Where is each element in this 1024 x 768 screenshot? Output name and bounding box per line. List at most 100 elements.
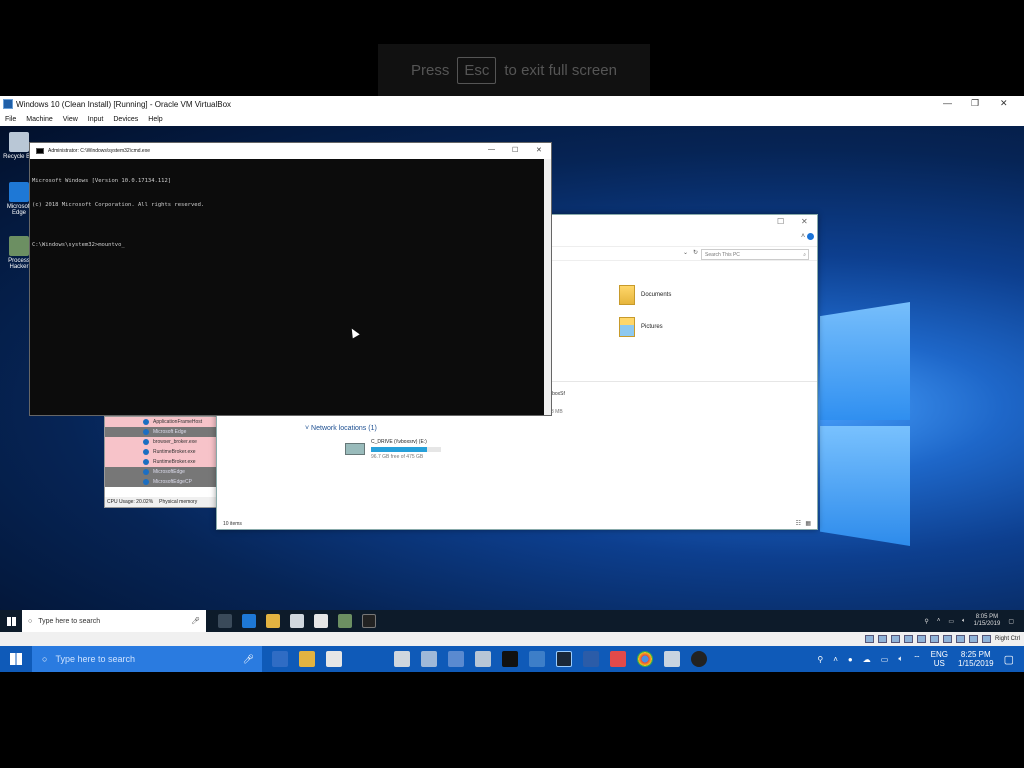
host-clock[interactable]: 8:25 PM 1/15/2019: [958, 650, 994, 668]
cmd-taskbar-icon[interactable]: [362, 614, 376, 628]
menu-view[interactable]: View: [63, 116, 78, 123]
app-icon[interactable]: [610, 651, 626, 667]
process-icon: [143, 459, 149, 465]
folder-documents[interactable]: Documents: [619, 285, 671, 305]
details-view-icon[interactable]: ☷: [796, 520, 801, 527]
close-icon[interactable]: ✕: [1000, 98, 1008, 109]
video-capture-status-icon[interactable]: [955, 635, 965, 643]
host-taskbar: ○ Type here to search 🎤︎ ⚲ ˄ ● ☁ ▭ 🔈︎ ⌔ …: [0, 646, 1024, 672]
restore-icon[interactable]: ☐: [777, 217, 784, 226]
notifications-icon[interactable]: ▢: [1004, 653, 1014, 666]
mail-icon[interactable]: [314, 614, 328, 628]
chevron-up-icon[interactable]: ˄: [801, 233, 805, 240]
chrome-icon[interactable]: [637, 651, 653, 667]
guest-clock[interactable]: 8:05 PM 1/15/2019: [974, 614, 1001, 628]
restore-icon[interactable]: ❐: [971, 98, 979, 109]
close-icon[interactable]: ✕: [536, 146, 542, 154]
process-icon: [143, 429, 149, 435]
onedrive-icon[interactable]: ☁: [863, 655, 871, 664]
process-row[interactable]: browser_broker.exe: [105, 437, 219, 447]
cmd-window[interactable]: Administrator: C:\Windows\system32\cmd.e…: [29, 142, 552, 416]
hard-disk-status-icon[interactable]: [864, 635, 874, 643]
process-row[interactable]: Microsoft Edge: [105, 427, 219, 437]
network-status-icon[interactable]: [903, 635, 913, 643]
powershell-icon[interactable]: [583, 651, 599, 667]
cpu-status-icon[interactable]: [968, 635, 978, 643]
taskbar-spacer: [353, 651, 383, 667]
app-icon[interactable]: [529, 651, 545, 667]
steam-icon[interactable]: [556, 651, 572, 667]
network-locations-header[interactable]: ˅ Network locations (1): [305, 425, 377, 432]
process-name: ApplicationFrameHost: [153, 419, 203, 425]
minimize-icon[interactable]: —: [943, 98, 952, 108]
store-icon[interactable]: [290, 614, 304, 628]
guest-search-box[interactable]: ○ Type here to search 🎤︎: [22, 610, 206, 632]
speaker-icon[interactable]: 🔈︎: [898, 654, 903, 664]
people-icon[interactable]: ⚲: [817, 655, 823, 664]
process-row[interactable]: MicrosoftEdge: [105, 467, 219, 477]
process-hacker-icon[interactable]: [338, 614, 352, 628]
file-explorer-icon[interactable]: [266, 614, 280, 628]
task-view-icon[interactable]: [218, 614, 232, 628]
process-row[interactable]: MicrosoftEdgeCP: [105, 477, 219, 487]
chevron-down-icon[interactable]: ⌄: [683, 249, 688, 256]
menu-input[interactable]: Input: [88, 116, 104, 123]
display-status-icon[interactable]: [942, 635, 952, 643]
guest-start-button[interactable]: [0, 610, 22, 632]
menu-help[interactable]: Help: [148, 116, 162, 123]
optical-drive-status-icon[interactable]: [877, 635, 887, 643]
store-icon[interactable]: [394, 651, 410, 667]
folder-pictures[interactable]: Pictures: [619, 317, 663, 337]
speaker-icon[interactable]: 🔈︎: [962, 618, 966, 625]
chevron-up-icon[interactable]: ˄: [833, 655, 838, 664]
terminal-icon[interactable]: [502, 651, 518, 667]
edge-icon[interactable]: [242, 614, 256, 628]
folder-label: Documents: [641, 292, 672, 298]
help-icon[interactable]: [807, 233, 814, 240]
usb-status-icon[interactable]: [916, 635, 926, 643]
audio-status-icon[interactable]: [890, 635, 900, 643]
chevron-up-icon[interactable]: ˄: [937, 618, 941, 624]
close-icon[interactable]: ✕: [801, 217, 808, 226]
tray-app-icon[interactable]: ●: [848, 655, 853, 664]
network-drive-item[interactable]: C_DRIVE (\\vboxsrv) (E:) 96.7 GB free of…: [345, 439, 441, 460]
network-icon[interactable]: ⌔: [913, 654, 921, 664]
cmd-output[interactable]: Microsoft Windows [Version 10.0.17134.11…: [30, 159, 551, 267]
host-search-box[interactable]: ○ Type here to search 🎤︎: [32, 646, 262, 672]
menu-machine[interactable]: Machine: [26, 116, 52, 123]
menu-file[interactable]: File: [5, 116, 16, 123]
task-view-icon[interactable]: [272, 651, 288, 667]
mail-icon[interactable]: [326, 651, 342, 667]
minimize-icon[interactable]: —: [488, 146, 495, 153]
pictures-folder-icon: [619, 317, 635, 337]
notifications-icon[interactable]: ▢: [1008, 618, 1014, 625]
refresh-icon[interactable]: ↻: [693, 249, 698, 256]
people-icon[interactable]: ⚲: [924, 618, 928, 625]
app-icon[interactable]: [691, 651, 707, 667]
process-row[interactable]: RuntimeBroker.exe: [105, 457, 219, 467]
cmd-prompt-line: C:\Windows\system32>mountvo_: [32, 242, 125, 248]
language-indicator[interactable]: ENG US: [931, 650, 948, 668]
cmd-scrollbar[interactable]: [544, 159, 551, 415]
shared-folders-status-icon[interactable]: [929, 635, 939, 643]
menu-devices[interactable]: Devices: [113, 116, 138, 123]
battery-icon[interactable]: ▭: [881, 655, 889, 664]
network-icon[interactable]: ▭: [948, 618, 954, 625]
maximize-icon[interactable]: ☐: [512, 146, 518, 154]
app-icon[interactable]: [448, 651, 464, 667]
network-drive-icon: [345, 443, 365, 455]
mouse-integration-status-icon[interactable]: [981, 635, 991, 643]
file-explorer-icon[interactable]: [299, 651, 315, 667]
process-row[interactable]: ApplicationFrameHost: [105, 417, 219, 427]
microphone-icon[interactable]: 🎤︎: [191, 617, 200, 625]
virtualbox-icon[interactable]: [664, 651, 680, 667]
search-input[interactable]: Search This PC ⌕: [701, 249, 809, 260]
microphone-icon[interactable]: 🎤︎: [243, 654, 254, 665]
app-icon[interactable]: [421, 651, 437, 667]
host-start-button[interactable]: [0, 646, 32, 672]
task-manager-window[interactable]: ApplicationFrameHost Microsoft Edge brow…: [104, 416, 220, 508]
search-icon: ⌕: [803, 252, 806, 258]
tiles-view-icon[interactable]: ▦: [805, 520, 811, 527]
app-icon[interactable]: [475, 651, 491, 667]
process-row[interactable]: RuntimeBroker.exe: [105, 447, 219, 457]
